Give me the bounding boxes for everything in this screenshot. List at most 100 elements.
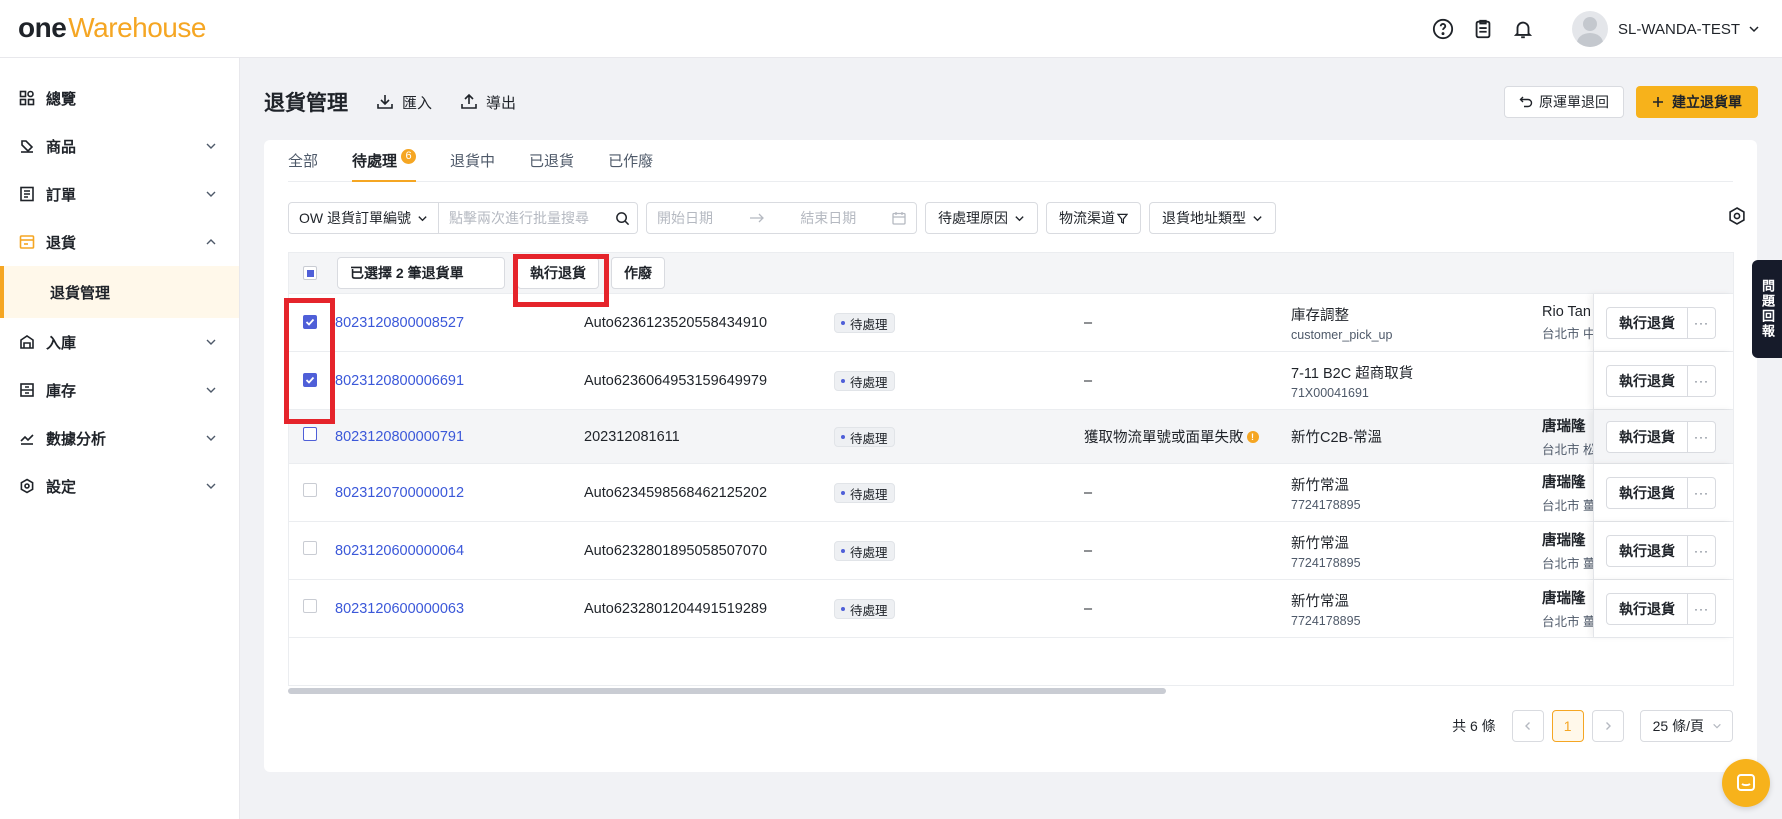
execute-return-button[interactable]: 執行退貨 — [1606, 306, 1688, 339]
more-icon[interactable]: ··· — [1688, 364, 1716, 397]
table-row[interactable]: 8023120800008527 Auto6236123520558434910… — [289, 294, 1733, 352]
bulk-execute-return-button[interactable]: 執行退貨 — [517, 257, 599, 289]
undo-icon — [1519, 96, 1533, 108]
execute-return-button[interactable]: 執行退貨 — [1606, 420, 1688, 453]
original-return-button[interactable]: 原運單退回 — [1504, 86, 1624, 118]
sidebar-item-overview[interactable]: 總覽 — [0, 74, 239, 122]
tab-pending[interactable]: 待處理 6 — [352, 139, 417, 182]
execute-return-button[interactable]: 執行退貨 — [1606, 534, 1688, 567]
upload-icon — [461, 93, 477, 109]
more-icon[interactable]: ··· — [1688, 306, 1716, 339]
column-settings-icon[interactable] — [1727, 206, 1747, 226]
chevron-down-icon — [1253, 215, 1262, 221]
error-text: – — [1084, 314, 1093, 331]
export-button[interactable]: 導出 — [460, 92, 516, 113]
user-menu[interactable]: SL-WANDA-TEST — [1572, 11, 1760, 47]
channel-name: 新竹常溫 — [1291, 593, 1349, 610]
sidebar-item-inventory[interactable]: 庫存 — [0, 366, 239, 414]
sidebar-item-settings[interactable]: 設定 — [0, 462, 239, 510]
return-id-link[interactable]: 8023120800008527 — [335, 315, 584, 331]
bulk-void-button[interactable]: 作廢 — [611, 257, 665, 289]
return-id-link[interactable]: 8023120700000012 — [335, 485, 584, 501]
chevron-down-icon — [206, 143, 216, 149]
reference-number: Auto6232801895058507070 — [584, 542, 768, 559]
page-size-select[interactable]: 25 條/頁 — [1639, 710, 1733, 742]
more-icon[interactable]: ··· — [1688, 592, 1716, 625]
download-icon — [377, 95, 393, 109]
chevron-down-icon — [206, 483, 216, 489]
horizontal-scrollbar[interactable] — [288, 688, 1166, 694]
start-date-input[interactable]: 開始日期 — [657, 208, 713, 228]
sidebar-item-orders[interactable]: 訂單 — [0, 170, 239, 218]
channel-name: 新竹常溫 — [1291, 477, 1349, 494]
search-box: OW 退貨訂單編號 點擊兩次進行批量搜尋 — [288, 202, 638, 234]
search-input[interactable]: 點擊兩次進行批量搜尋 — [439, 208, 607, 228]
address-type-filter[interactable]: 退貨地址類型 — [1149, 202, 1276, 234]
return-id-link[interactable]: 8023120800006691 — [335, 373, 584, 389]
tab-returning[interactable]: 退貨中 — [450, 139, 495, 181]
return-id-link[interactable]: 8023120600000063 — [335, 601, 584, 617]
next-page-button[interactable] — [1591, 710, 1624, 742]
search-icon[interactable] — [607, 211, 637, 226]
return-id-link[interactable]: 8023120800000791 — [335, 429, 584, 445]
sidebar-item-products[interactable]: 商品 — [0, 122, 239, 170]
table-row[interactable]: 8023120800000791 202312081611 待處理 獲取物流單號… — [289, 410, 1733, 464]
sidebar-item-inbound[interactable]: 入庫 — [0, 318, 239, 366]
filter-icon — [1117, 213, 1128, 224]
chevron-down-icon — [418, 215, 427, 221]
analytics-icon — [18, 429, 36, 447]
selected-count: 已選擇 2 筆退貨單 — [337, 257, 505, 289]
search-field-select[interactable]: OW 退貨訂單編號 — [289, 203, 439, 233]
chat-icon[interactable] — [1722, 759, 1770, 807]
more-icon[interactable]: ··· — [1688, 420, 1716, 453]
table-row[interactable]: 8023120600000063 Auto6232801204491519289… — [289, 580, 1733, 638]
more-icon[interactable]: ··· — [1688, 476, 1716, 509]
help-icon[interactable] — [1430, 16, 1456, 42]
row-checkbox[interactable] — [303, 372, 317, 387]
prev-page-button[interactable] — [1511, 710, 1544, 742]
reference-number: 202312081611 — [584, 428, 680, 445]
create-return-button[interactable]: 建立退貨單 — [1636, 86, 1758, 118]
feedback-tab[interactable]: 問題回報 — [1752, 260, 1782, 358]
sidebar-item-returns[interactable]: 退貨 — [0, 218, 239, 266]
execute-return-button[interactable]: 執行退貨 — [1606, 476, 1688, 509]
chevron-down-icon — [206, 191, 216, 197]
tab-all[interactable]: 全部 — [288, 139, 318, 181]
more-icon[interactable]: ··· — [1688, 534, 1716, 567]
end-date-input[interactable]: 結束日期 — [800, 208, 856, 228]
table-row[interactable]: 8023120800006691 Auto6236064953159649979… — [289, 352, 1733, 410]
app-logo[interactable]: one Warehouse — [18, 12, 206, 44]
channel-filter[interactable]: 物流渠道 — [1046, 202, 1141, 234]
pagination: 共 6 條 1 25 條/頁 — [1452, 710, 1733, 742]
returns-card: 全部 待處理 6 退貨中 已退貨 已作廢 OW 退貨訂單編號 點擊兩次進行批量搜尋… — [264, 140, 1757, 772]
row-checkbox[interactable] — [303, 541, 317, 555]
channel-detail: 7724178895 — [1291, 497, 1361, 512]
row-checkbox[interactable] — [303, 599, 317, 613]
tab-voided[interactable]: 已作廢 — [608, 139, 653, 181]
tab-returned[interactable]: 已退貨 — [529, 139, 574, 181]
execute-return-button[interactable]: 執行退貨 — [1606, 364, 1688, 397]
sidebar-item-return-management[interactable]: 退貨管理 — [0, 266, 239, 318]
table-row[interactable]: 8023120600000064 Auto6232801895058507070… — [289, 522, 1733, 580]
import-button[interactable]: 匯入 — [376, 92, 432, 113]
select-all-checkbox[interactable] — [303, 266, 317, 280]
reason-filter[interactable]: 待處理原因 — [925, 202, 1038, 234]
row-checkbox[interactable] — [303, 483, 317, 497]
warning-icon[interactable]: ! — [1246, 430, 1259, 443]
channel-name: 庫存調整 — [1291, 307, 1349, 324]
bell-icon[interactable] — [1510, 16, 1536, 42]
execute-return-button[interactable]: 執行退貨 — [1606, 592, 1688, 625]
status-badge: 待處理 — [834, 541, 895, 561]
row-checkbox[interactable] — [303, 427, 317, 441]
clipboard-icon[interactable] — [1470, 16, 1496, 42]
sidebar-item-analytics[interactable]: 數據分析 — [0, 414, 239, 462]
table-row[interactable]: 8023120700000012 Auto6234598568462125202… — [289, 464, 1733, 522]
error-text: 獲取物流單號或面單失敗 — [1084, 430, 1244, 446]
return-id-link[interactable]: 8023120600000064 — [335, 543, 584, 559]
chevron-down-icon — [206, 435, 216, 441]
page-number[interactable]: 1 — [1551, 710, 1584, 742]
top-bar: one Warehouse SL-WANDA-TEST — [0, 0, 1782, 58]
chevron-down-icon — [1015, 215, 1024, 221]
row-checkbox[interactable] — [303, 314, 317, 329]
date-range-picker[interactable]: 開始日期 結束日期 — [646, 202, 917, 234]
